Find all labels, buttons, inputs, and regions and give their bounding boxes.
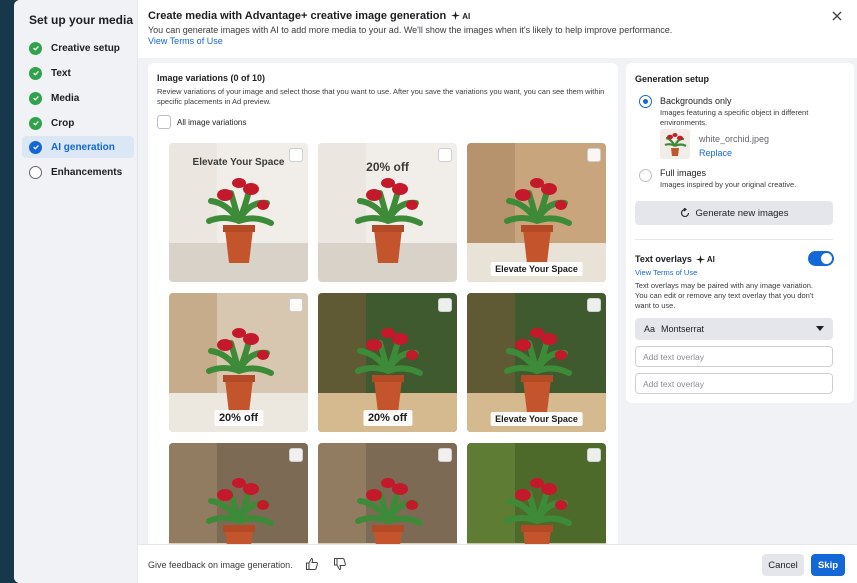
check-circle-icon — [29, 140, 42, 154]
variation-overlay-text: Elevate Your Space — [490, 262, 583, 276]
variation-overlay-text: Elevate Your Space — [192, 157, 285, 168]
section-divider — [635, 239, 833, 240]
page-backdrop — [0, 0, 14, 583]
refresh-icon — [680, 208, 689, 218]
skip-button[interactable]: Skip — [811, 554, 845, 576]
font-aa-icon: Aa — [644, 324, 656, 334]
generation-setup-title: Generation setup — [635, 74, 710, 84]
dialog-footer: Give feedback on image generation. Cance… — [138, 544, 857, 583]
text-overlays-terms-link[interactable]: View Terms of Use — [635, 268, 697, 277]
sidebar-step-label: Media — [51, 92, 80, 104]
all-variations-label: All image variations — [177, 118, 247, 127]
variation-tile[interactable]: 20% off — [318, 143, 457, 282]
check-circle-icon — [29, 91, 42, 105]
text-overlay-input-2[interactable] — [635, 373, 833, 394]
variation-checkbox[interactable] — [587, 148, 601, 162]
variations-title: Image variations (0 of 10) — [157, 73, 266, 83]
full-images-label: Full images — [660, 168, 707, 178]
text-overlay-input-1[interactable] — [635, 346, 833, 367]
check-circle-icon — [29, 41, 42, 55]
sidebar-step-label: Crop — [51, 117, 75, 129]
variation-tile[interactable]: Elevate Your Space — [467, 293, 606, 432]
cancel-button[interactable]: Cancel — [762, 554, 804, 576]
font-select[interactable]: Aa Montserrat — [635, 318, 833, 340]
sidebar-step-ai-generation[interactable]: AI generation — [22, 136, 134, 158]
sidebar-step-creative-setup[interactable]: Creative setup — [22, 37, 134, 59]
generation-setup-card: Generation setup Backgrounds only Images… — [626, 63, 854, 403]
variation-overlay-text: 20% off — [366, 160, 409, 174]
variations-description: Review variations of your image and sele… — [157, 87, 605, 106]
full-images-description: Images inspired by your original creativ… — [660, 180, 797, 189]
text-overlays-toggle[interactable] — [808, 251, 834, 266]
sidebar-step-label: AI generation — [51, 141, 115, 153]
variation-tile[interactable]: 20% off — [169, 293, 308, 432]
empty-circle-icon — [29, 165, 42, 179]
chevron-down-icon — [816, 326, 824, 331]
font-value: Montserrat — [661, 324, 705, 334]
all-variations-checkbox[interactable] — [157, 115, 171, 129]
variation-checkbox[interactable] — [438, 298, 452, 312]
sidebar-step-label: Creative setup — [51, 42, 120, 54]
feedback-text: Give feedback on image generation. — [148, 560, 293, 570]
sidebar-step-label: Enhancements — [51, 166, 123, 178]
source-file-name: white_orchid.jpeg — [699, 134, 770, 144]
variation-overlay-text: 20% off — [213, 410, 264, 426]
variation-checkbox[interactable] — [587, 298, 601, 312]
thumbs-down-icon[interactable] — [333, 557, 347, 571]
terms-link[interactable]: View Terms of Use — [148, 36, 223, 46]
variation-checkbox[interactable] — [289, 298, 303, 312]
text-overlays-title: Text overlays AI — [635, 254, 715, 264]
close-icon[interactable] — [830, 9, 844, 23]
media-dialog: Set up your media Creative setup Text Me… — [14, 0, 857, 583]
backgrounds-only-label: Backgrounds only — [660, 96, 732, 106]
check-circle-icon — [29, 116, 42, 130]
dialog-title-text: Create media with Advantage+ creative im… — [148, 10, 447, 22]
variation-tile[interactable]: Elevate Your Space — [467, 143, 606, 282]
full-images-radio[interactable] — [639, 169, 652, 182]
replace-image-link[interactable]: Replace — [699, 148, 732, 158]
backgrounds-only-radio[interactable] — [639, 95, 652, 108]
variation-overlay-text: Elevate Your Space — [490, 412, 583, 426]
dialog-description: You can generate images with AI to add m… — [148, 25, 673, 35]
variation-checkbox[interactable] — [289, 448, 303, 462]
variation-checkbox[interactable] — [438, 448, 452, 462]
ai-sparkle-badge: AI — [451, 11, 470, 21]
setup-sidebar: Set up your media Creative setup Text Me… — [14, 0, 138, 583]
text-overlays-description: Text overlays may be paired with any ima… — [635, 281, 814, 310]
generate-label: Generate new images — [695, 207, 789, 219]
variation-tile[interactable]: 20% off — [318, 293, 457, 432]
backgrounds-only-description: Images featuring a specific object in di… — [660, 108, 809, 127]
thumbs-up-icon[interactable] — [305, 557, 319, 571]
sidebar-step-text[interactable]: Text — [22, 62, 134, 84]
dialog-header: Create media with Advantage+ creative im… — [138, 0, 857, 62]
sidebar-step-crop[interactable]: Crop — [22, 112, 134, 134]
sidebar-step-label: Text — [51, 67, 71, 79]
sparkle-icon — [695, 254, 705, 264]
variation-tile[interactable]: Elevate Your Space — [169, 143, 308, 282]
main-content: Image variations (0 of 10) Review variat… — [138, 58, 857, 582]
image-variations-card: Image variations (0 of 10) Review variat… — [148, 63, 618, 582]
ai-label: AI — [706, 254, 715, 264]
dialog-title: Create media with Advantage+ creative im… — [148, 10, 470, 22]
ai-label: AI — [462, 12, 471, 21]
check-circle-icon — [29, 66, 42, 80]
text-overlays-title-text: Text overlays — [635, 254, 692, 264]
variation-overlay-text: 20% off — [362, 410, 413, 426]
sidebar-step-media[interactable]: Media — [22, 87, 134, 109]
variation-checkbox[interactable] — [587, 448, 601, 462]
sidebar-title: Set up your media — [29, 13, 134, 27]
sidebar-step-enhancements[interactable]: Enhancements — [22, 161, 134, 183]
generate-new-images-button[interactable]: Generate new images — [635, 201, 833, 225]
sparkle-icon — [451, 11, 461, 20]
source-image-thumbnail — [660, 129, 690, 159]
